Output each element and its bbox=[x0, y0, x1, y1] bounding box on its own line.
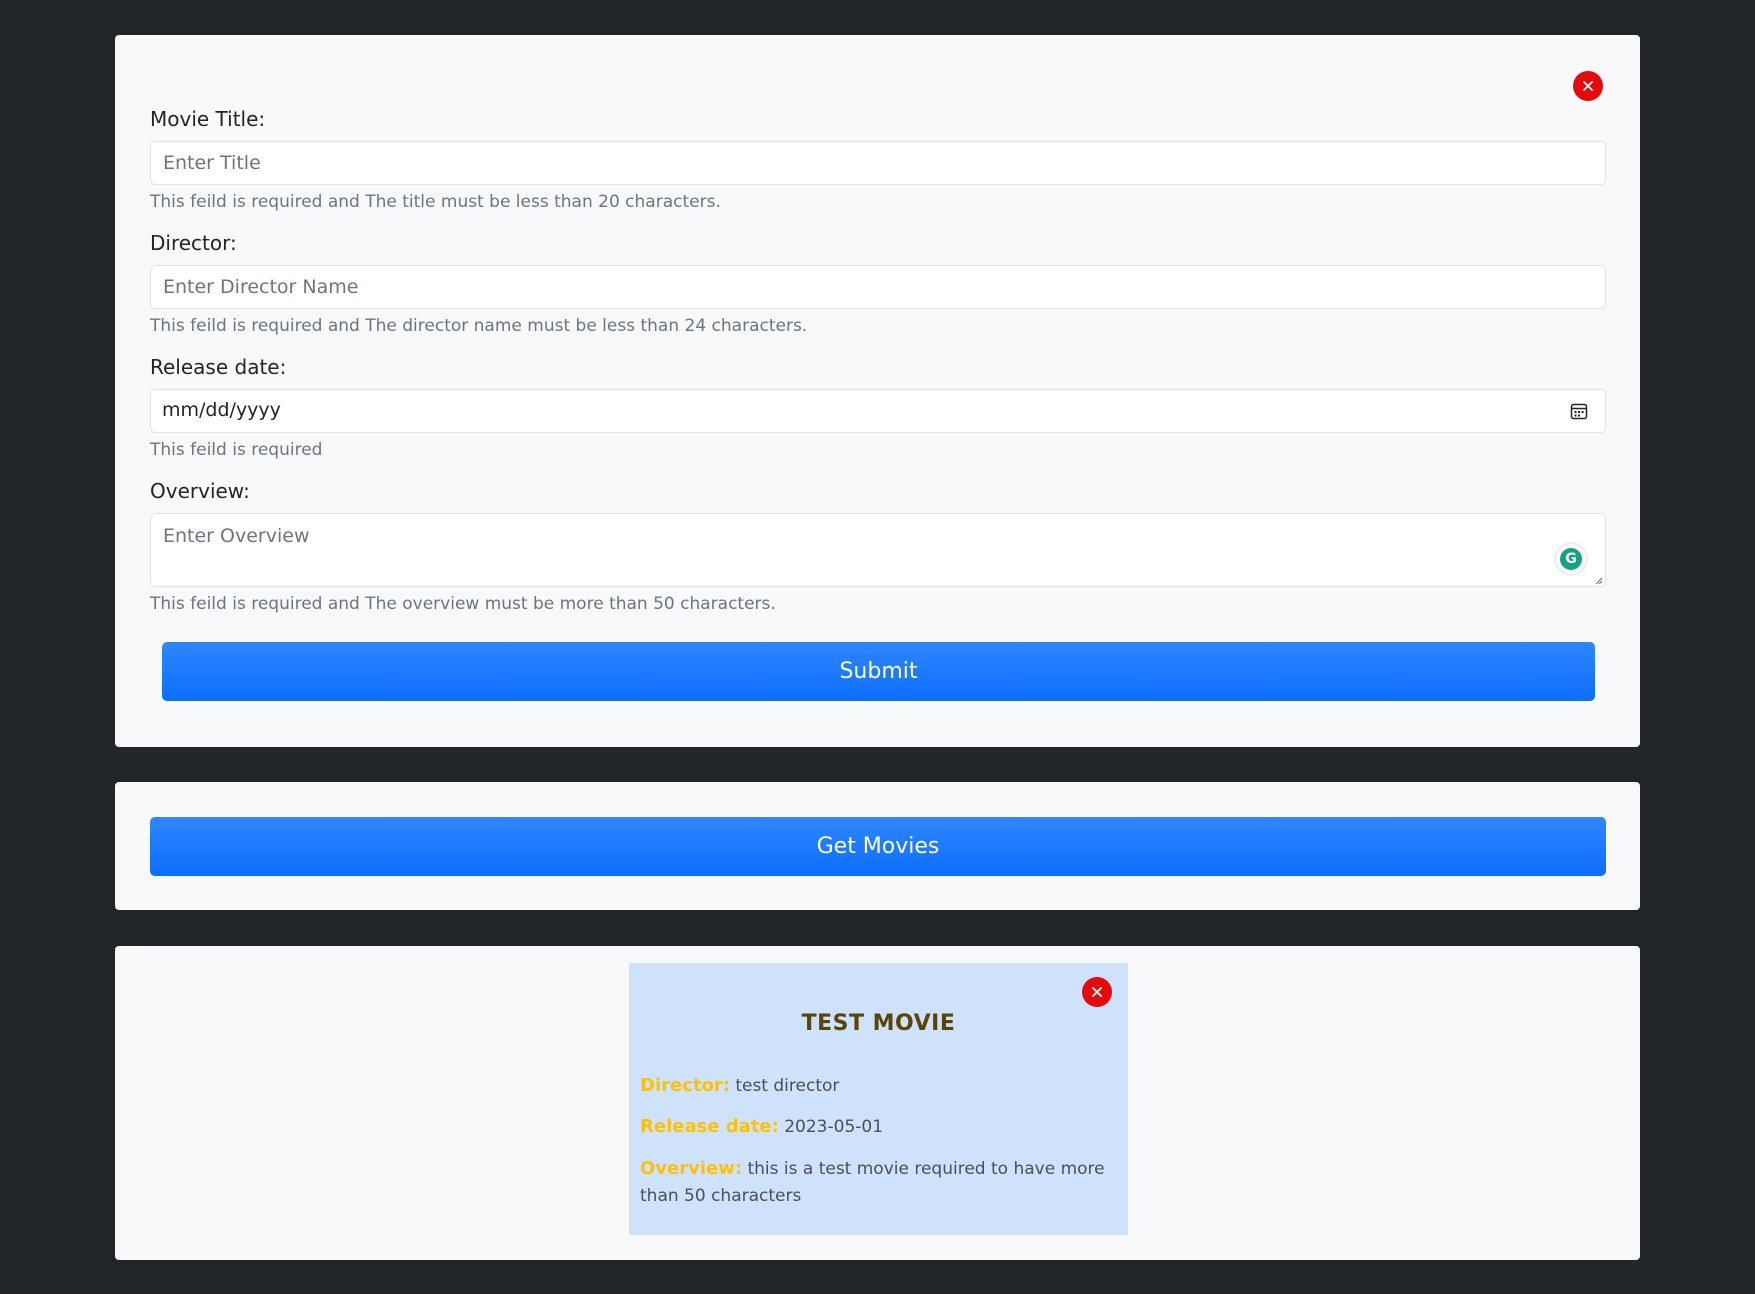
movie-director-line: Director: test director bbox=[640, 1072, 1110, 1100]
calendar-icon[interactable] bbox=[1569, 401, 1589, 421]
submit-button[interactable]: Submit bbox=[162, 642, 1595, 701]
grammarly-icon[interactable]: G bbox=[1556, 544, 1586, 574]
actions-card: Get Movies bbox=[115, 782, 1640, 910]
movie-release-line: Release date: 2023-05-01 bbox=[640, 1113, 1110, 1141]
release-date-label: Release date: bbox=[150, 355, 287, 379]
movie-title-input[interactable] bbox=[150, 141, 1606, 185]
movie-card: TEST MOVIE Director: test director Relea… bbox=[629, 963, 1128, 1235]
movie-overview-key: Overview: bbox=[640, 1158, 743, 1179]
close-form-button[interactable] bbox=[1573, 71, 1603, 101]
release-date-input[interactable] bbox=[150, 389, 1606, 433]
overview-label: Overview: bbox=[150, 479, 250, 503]
close-icon bbox=[1583, 81, 1593, 91]
close-icon bbox=[1092, 987, 1102, 997]
movie-release-value: 2023-05-01 bbox=[784, 1117, 884, 1137]
movie-title: TEST MOVIE bbox=[801, 1011, 956, 1036]
movie-director-key: Director: bbox=[640, 1075, 730, 1096]
delete-movie-button[interactable] bbox=[1082, 977, 1112, 1007]
movies-list-card: TEST MOVIE Director: test director Relea… bbox=[115, 946, 1640, 1260]
director-help: This feild is required and The director … bbox=[150, 316, 808, 336]
get-movies-button[interactable]: Get Movies bbox=[150, 817, 1606, 876]
overview-help: This feild is required and The overview … bbox=[150, 594, 776, 614]
overview-textarea[interactable] bbox=[150, 513, 1606, 587]
grammarly-glyph: G bbox=[1560, 548, 1582, 570]
movie-title-label: Movie Title: bbox=[150, 107, 266, 131]
movie-release-key: Release date: bbox=[640, 1116, 779, 1137]
movie-title-help: This feild is required and The title mus… bbox=[150, 192, 721, 212]
director-input[interactable] bbox=[150, 265, 1606, 309]
resize-handle-icon[interactable] bbox=[1593, 575, 1603, 585]
movie-overview-line: Overview: this is a test movie required … bbox=[640, 1155, 1110, 1210]
movie-director-value: test director bbox=[735, 1076, 840, 1096]
director-label: Director: bbox=[150, 231, 237, 255]
release-date-value: mm/dd/yyyy bbox=[162, 399, 281, 421]
release-date-help: This feild is required bbox=[150, 440, 323, 460]
add-movie-form-card: Movie Title: This feild is required and … bbox=[115, 35, 1640, 747]
